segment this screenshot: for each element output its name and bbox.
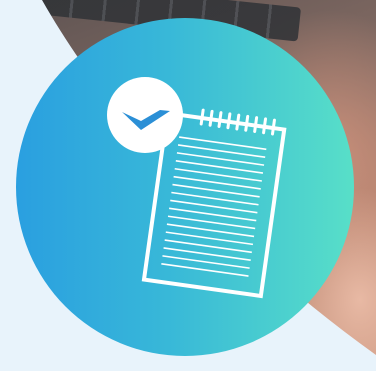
notepad-icon xyxy=(107,77,287,299)
ruled-lines xyxy=(161,136,267,277)
check-badge-circle xyxy=(107,77,183,153)
illustration xyxy=(0,0,376,371)
check-badge xyxy=(107,77,183,153)
spiral-binding xyxy=(199,108,276,136)
